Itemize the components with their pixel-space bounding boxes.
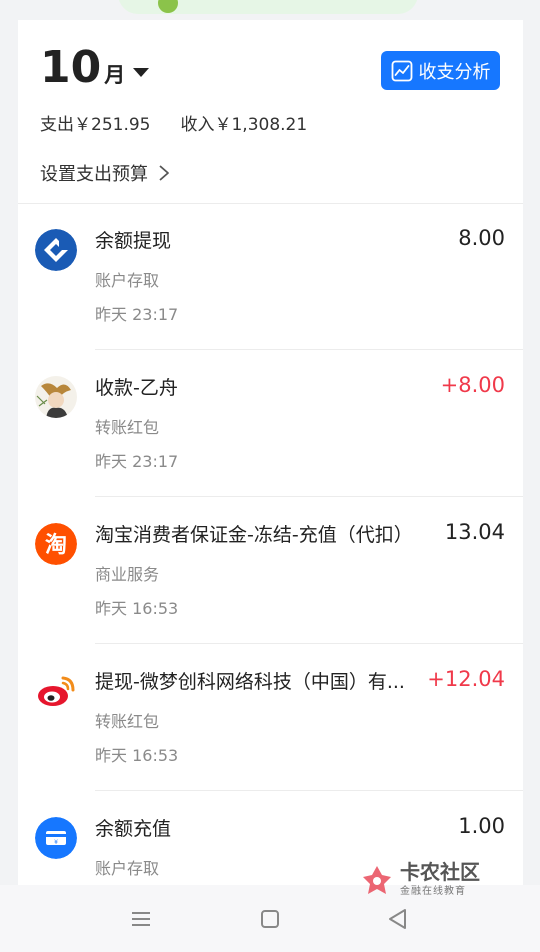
- transaction-time: 昨天 23:17: [95, 452, 179, 471]
- budget-link-label: 设置支出预算: [40, 164, 148, 185]
- transaction-category: 转账红包: [95, 418, 160, 437]
- ccb-bank-logo-icon: [35, 229, 77, 271]
- transaction-time: 昨天 23:17: [95, 305, 179, 324]
- month-selector[interactable]: 10 月: [40, 42, 150, 94]
- transaction-row[interactable]: 余额提现 账户存取 昨天 23:17 8.00: [18, 204, 523, 350]
- month-totals: 支出￥251.95 收入￥1,308.21: [40, 110, 307, 135]
- transaction-title: 余额提现: [95, 230, 172, 252]
- leaf-icon: [158, 0, 178, 13]
- transaction-category: 账户存取: [95, 271, 160, 290]
- home-icon[interactable]: [257, 907, 283, 931]
- top-banner[interactable]: [118, 0, 418, 14]
- menu-icon[interactable]: [128, 907, 154, 931]
- divider: [95, 496, 523, 497]
- transaction-row[interactable]: 提现-微梦创科网络科技（中国）有... 转账红包 昨天 16:53 +12.04: [18, 645, 523, 791]
- income-total: 收入￥1,308.21: [180, 115, 308, 135]
- transaction-title: 余额充值: [95, 818, 172, 840]
- analysis-button[interactable]: 收支分析: [381, 51, 500, 90]
- transaction-title: 收款-乙舟: [95, 377, 178, 399]
- transaction-amount: 8.00: [458, 226, 505, 250]
- budget-link[interactable]: 设置支出预算: [40, 160, 170, 186]
- chart-icon: [391, 60, 412, 81]
- transaction-row[interactable]: 收款-乙舟 转账红包 昨天 23:17 +8.00: [18, 351, 523, 497]
- avatar-icon: [35, 376, 77, 418]
- watermark-subtitle: 金融在线教育: [400, 886, 466, 897]
- transaction-category: 账户存取: [95, 859, 160, 878]
- divider: [95, 643, 523, 644]
- transaction-row[interactable]: 淘 淘宝消费者保证金-冻结-充值（代扣） 商业服务 昨天 16:53 13.04: [18, 498, 523, 644]
- transaction-amount: +8.00: [440, 373, 505, 397]
- taobao-icon: 淘: [35, 523, 77, 565]
- transaction-category: 转账红包: [95, 712, 160, 731]
- chevron-right-icon: [159, 165, 169, 181]
- back-icon[interactable]: [385, 907, 411, 931]
- transaction-time: 昨天 16:53: [95, 599, 179, 618]
- watermark-title: 卡农社区: [400, 860, 480, 884]
- bill-card: 10 月 收支分析 支出￥251.95 收入￥1,308.21 设置支出预算 余…: [18, 20, 523, 952]
- svg-text:¥: ¥: [54, 839, 58, 846]
- balance-recharge-icon: ¥: [35, 817, 77, 859]
- transaction-title: 淘宝消费者保证金-冻结-充值（代扣）: [95, 524, 413, 546]
- divider: [95, 790, 523, 791]
- caret-down-icon: [133, 67, 150, 77]
- expense-total: 支出￥251.95: [40, 115, 151, 135]
- transaction-amount: 1.00: [458, 814, 505, 838]
- transaction-amount: 13.04: [444, 520, 505, 544]
- analysis-button-label: 收支分析: [418, 61, 491, 83]
- watermark: 卡农社区 金融在线教育: [360, 862, 480, 897]
- divider: [95, 349, 523, 350]
- transaction-title: 提现-微梦创科网络科技（中国）有...: [95, 671, 405, 693]
- svg-text:淘: 淘: [45, 532, 67, 558]
- transaction-time: 昨天 16:53: [95, 746, 179, 765]
- transaction-category: 商业服务: [95, 565, 160, 584]
- watermark-logo-icon: [363, 865, 391, 894]
- month-unit: 月: [104, 63, 126, 87]
- transaction-amount: +12.04: [427, 667, 505, 691]
- weibo-icon: [35, 670, 77, 712]
- month-number: 10: [40, 42, 102, 93]
